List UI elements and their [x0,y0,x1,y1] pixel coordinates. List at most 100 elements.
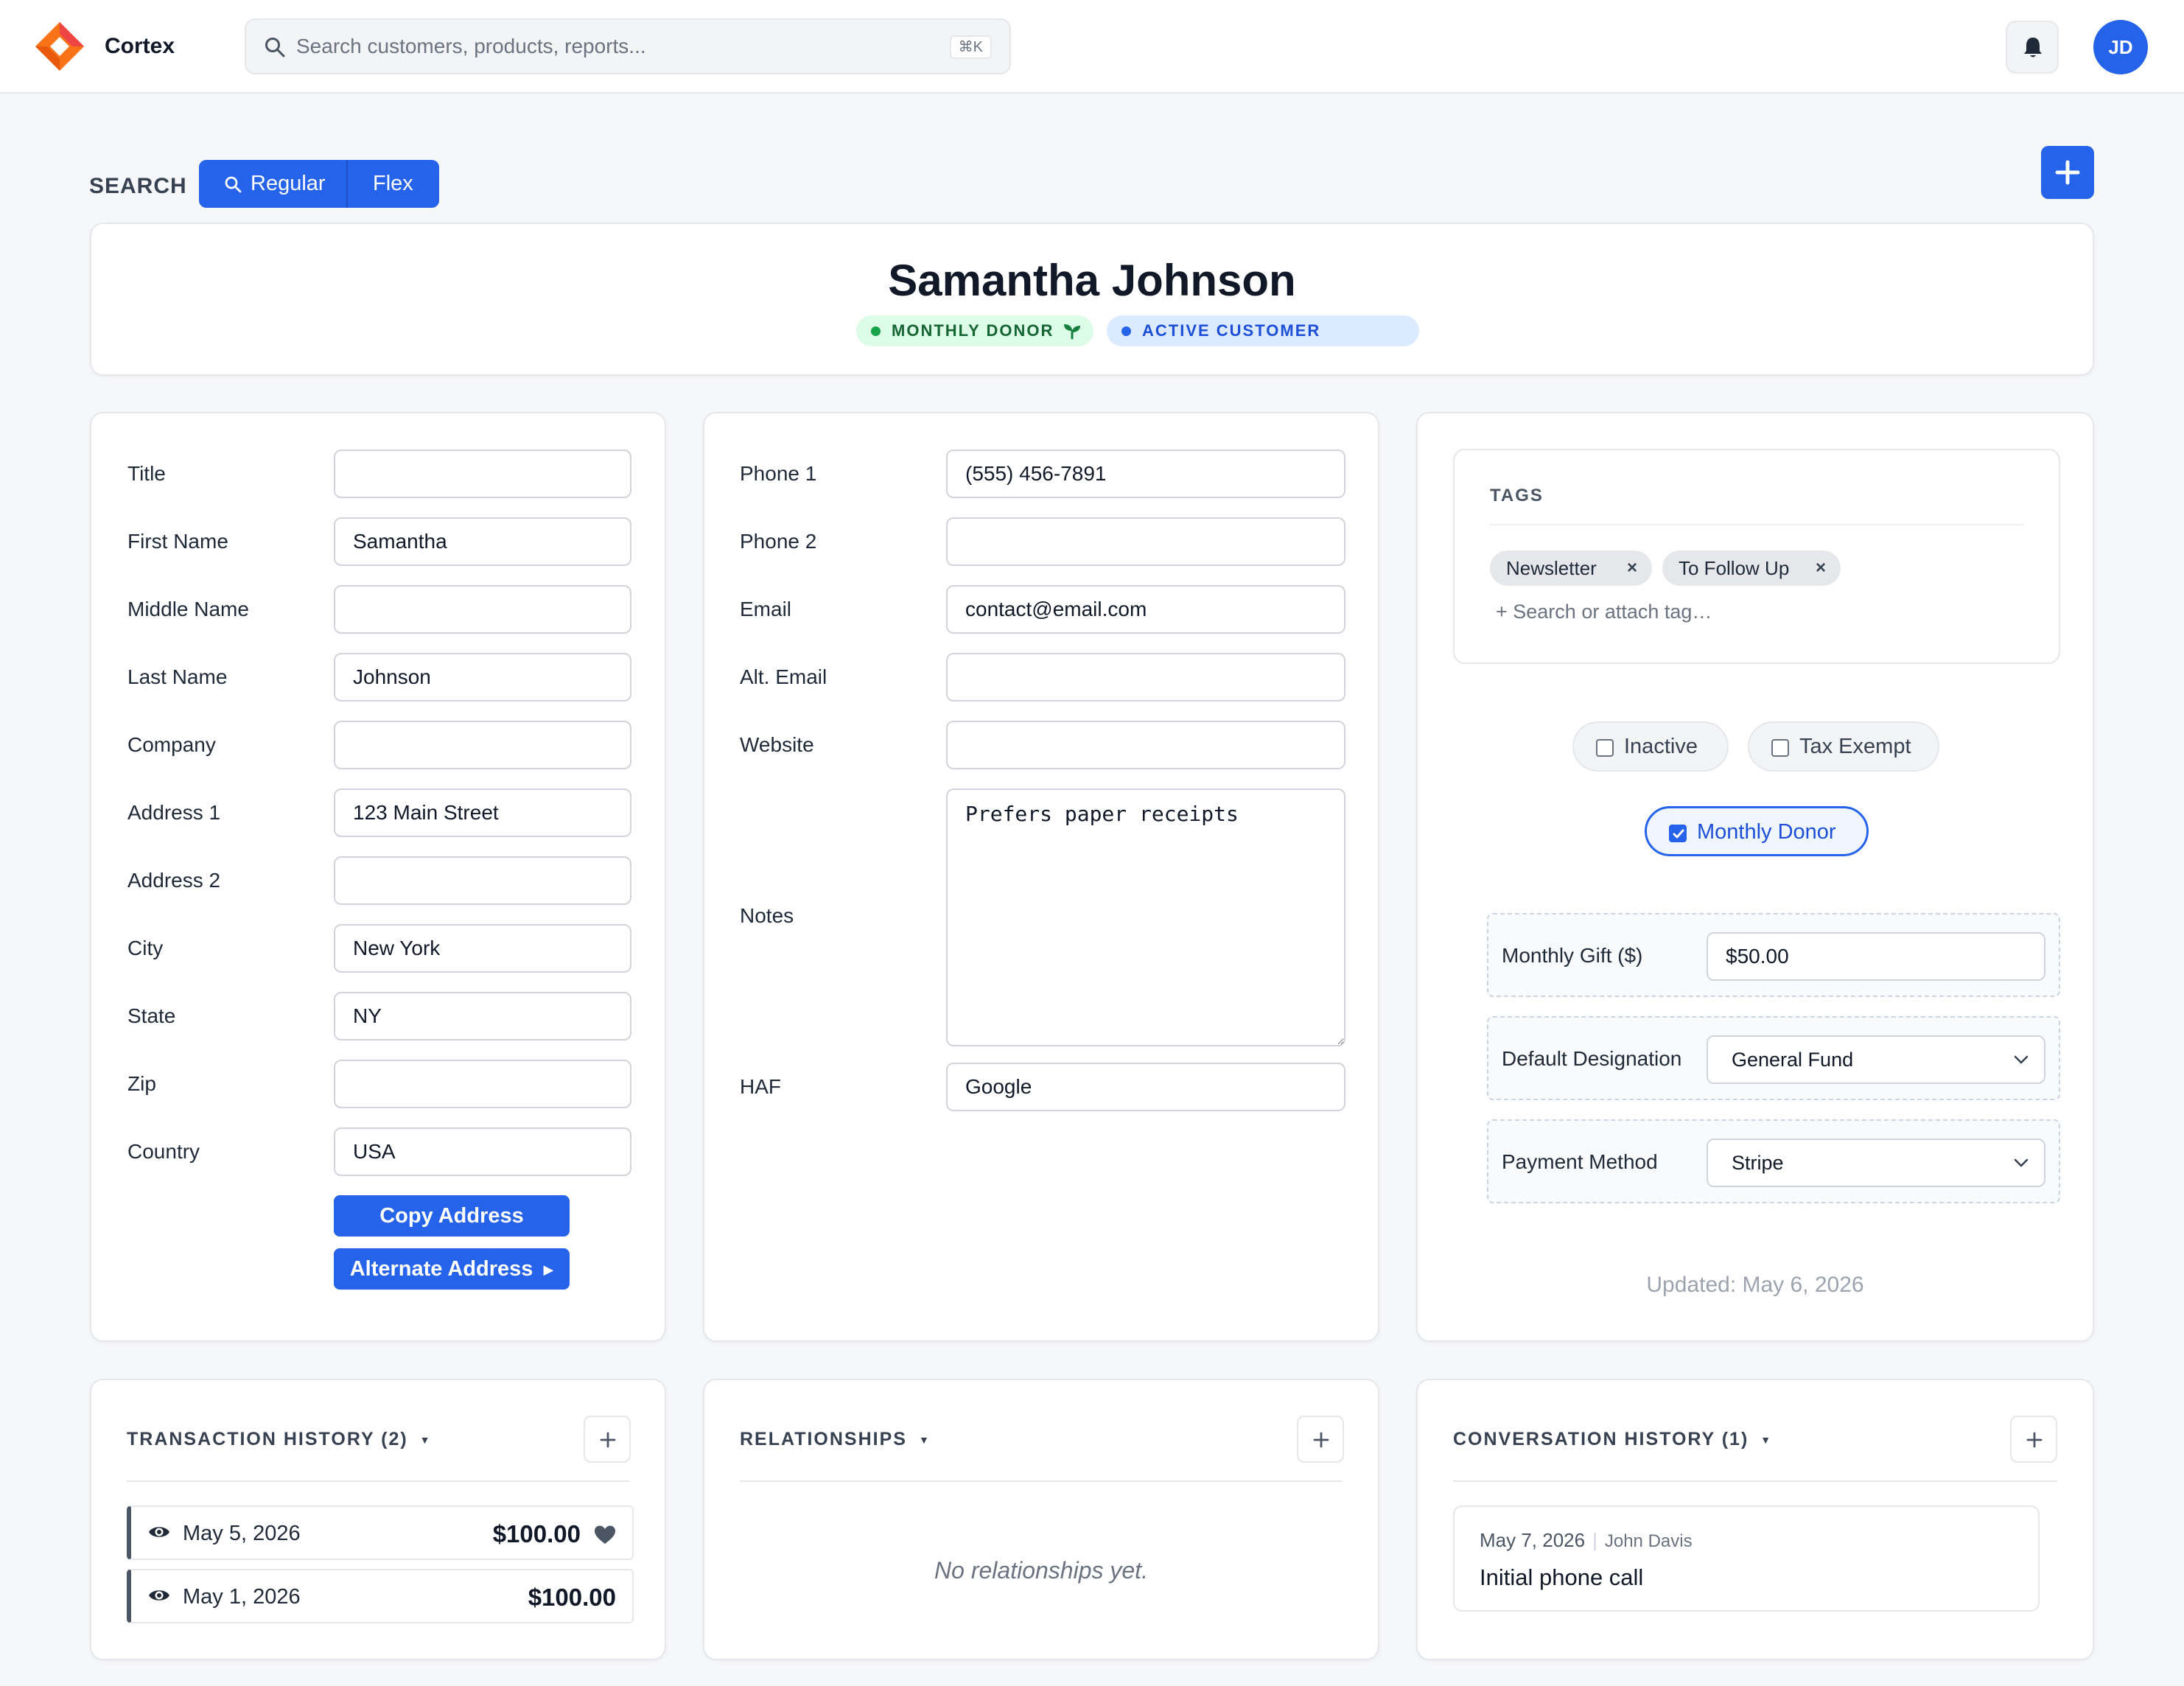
notifications-button[interactable] [2006,21,2059,74]
country-input[interactable] [334,1127,631,1176]
field-label: Default Designation [1502,1047,1682,1070]
field-label: First Name [127,530,228,553]
checkbox[interactable] [1771,739,1789,757]
divider [1490,524,2023,525]
field-label: Monthly Gift ($) [1502,944,1643,967]
monthly-donor-toggle[interactable]: Monthly Donor [1645,806,1869,856]
divider [740,1480,1343,1482]
checkbox[interactable] [1669,825,1687,842]
designation-select[interactable]: General Fund [1707,1035,2045,1084]
add-conversation-button[interactable] [2010,1416,2057,1463]
chevron-down-icon [2014,1158,2029,1167]
checkbox[interactable] [1596,739,1614,757]
close-icon[interactable]: × [1816,550,1826,586]
tags-panel: TAGS Newsletter × To Follow Up × + Searc… [1453,449,2060,664]
title-input[interactable] [334,450,631,498]
updated-timestamp: Updated: May 6, 2026 [1646,1273,1864,1297]
conversation-meta: May 7, 2026 | John Davis [1480,1529,1693,1552]
add-transaction-button[interactable] [584,1416,631,1463]
bell-icon [2024,38,2042,57]
tag-label: To Follow Up [1679,557,1790,579]
tag-chip[interactable]: To Follow Up × [1662,550,1841,586]
heart-icon [595,1525,615,1544]
transaction-row[interactable]: May 5, 2026 $100.00 [127,1505,634,1560]
tax-exempt-toggle[interactable]: Tax Exempt [1748,721,1939,772]
conversation-item[interactable]: May 7, 2026 | John Davis Initial phone cal… [1453,1505,2040,1612]
badge-label: MONTHLY DONOR [892,321,1054,340]
address-1-input[interactable] [334,788,631,837]
status-dot [871,326,881,336]
designation-row: Default Designation General Fund [1487,1016,2060,1100]
inactive-toggle[interactable]: Inactive [1572,721,1729,772]
cortex-logo[interactable] [34,21,85,72]
section-header[interactable]: CONVERSATION HISTORY (1) ▼ [1453,1429,1772,1450]
user-avatar[interactable]: JD [2093,20,2148,74]
search-mode-flex[interactable]: Flex [348,160,439,208]
website-input[interactable] [946,721,1345,769]
field-label: City [127,937,164,959]
plus-icon [600,1432,616,1448]
caret-down-icon: ▼ [918,1434,931,1447]
tag-search-input[interactable]: + Search or attach tag… [1496,601,1712,623]
status-dot [1121,326,1131,336]
conversation-history-card: CONVERSATION HISTORY (1) ▼ May 7, 2026 | Jo… [1416,1379,2094,1660]
notes-textarea[interactable]: Prefers paper receipts [946,788,1345,1046]
middle-name-input[interactable] [334,585,631,634]
payment-method-select[interactable]: Stripe [1707,1138,2045,1187]
transaction-amount: $100.00 [528,1584,616,1611]
field-label: Address 1 [127,801,221,824]
select-value: General Fund [1732,1049,1854,1071]
copy-address-button[interactable]: Copy Address [334,1195,570,1236]
transaction-date: May 5, 2026 [183,1522,301,1545]
field-label: Notes [740,904,794,927]
global-search[interactable]: ⌘K [245,18,1011,74]
alternate-address-button[interactable]: Alternate Address ▶ [334,1248,570,1290]
search-mode-regular-label: Regular [251,172,326,195]
city-input[interactable] [334,924,631,973]
section-header[interactable]: TRANSACTION HISTORY (2) ▼ [127,1429,432,1450]
caret-right-icon: ▶ [543,1262,554,1278]
tax-exempt-label: Tax Exempt [1799,735,1911,758]
transaction-date: May 1, 2026 [183,1585,301,1609]
contact-details-card: Title First Name Middle Name Last Name C… [90,412,666,1342]
haf-input[interactable] [946,1063,1345,1111]
payment-method-row: Payment Method Stripe [1487,1119,2060,1203]
search-mode-regular[interactable]: Regular [199,160,348,208]
company-input[interactable] [334,721,631,769]
plus-icon [1313,1432,1329,1448]
field-label: HAF [740,1075,781,1098]
address-2-input[interactable] [334,856,631,905]
app-name: Cortex [105,34,175,58]
monthly-donor-label: Monthly Donor [1697,820,1836,844]
email-input[interactable] [946,585,1345,634]
field-label: Middle Name [127,598,249,620]
close-icon[interactable]: × [1627,550,1637,586]
monthly-gift-input[interactable] [1707,932,2045,981]
tag-chip[interactable]: Newsletter × [1490,550,1652,586]
transaction-row[interactable]: May 1, 2026 $100.00 [127,1569,634,1623]
global-search-input[interactable] [296,32,930,61]
transaction-amount: $100.00 [492,1520,581,1547]
field-label: Last Name [127,665,228,688]
zip-input[interactable] [334,1060,631,1108]
section-header[interactable]: RELATIONSHIPS ▼ [740,1429,931,1450]
add-customer-button[interactable] [2041,146,2094,199]
plus-icon [2055,160,2080,185]
sprout-icon [1064,324,1080,340]
divider [127,1480,629,1482]
field-label: Alt. Email [740,665,827,688]
add-relationship-button[interactable] [1297,1416,1344,1463]
last-name-input[interactable] [334,653,631,702]
shortcut-hint: ⌘K [949,35,992,59]
phone-1-input[interactable] [946,450,1345,498]
monthly-donor-badge: MONTHLY DONOR [856,315,1093,346]
customer-name: Samantha Johnson [888,256,1296,305]
eye-icon[interactable] [147,1523,171,1541]
first-name-input[interactable] [334,517,631,566]
field-label: Company [127,733,216,756]
state-input[interactable] [334,992,631,1040]
alt-email-input[interactable] [946,653,1345,702]
phone-2-input[interactable] [946,517,1345,566]
eye-icon[interactable] [147,1587,171,1604]
field-label: Phone 2 [740,530,817,553]
